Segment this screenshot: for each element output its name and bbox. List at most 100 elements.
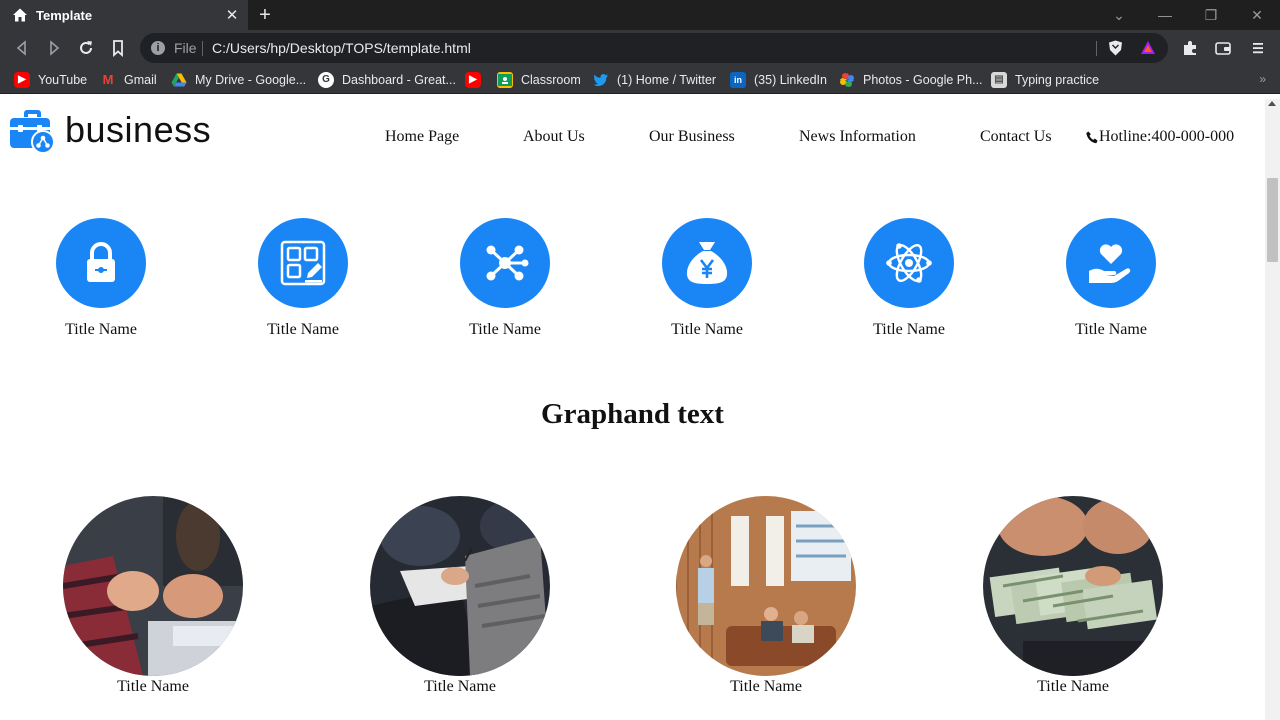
note-taking-photo xyxy=(370,496,550,676)
nav-about-us[interactable]: About Us xyxy=(523,128,585,146)
back-icon[interactable] xyxy=(12,38,32,58)
bookmark-classroom[interactable]: Classroom xyxy=(497,72,581,88)
new-tab-button[interactable]: + xyxy=(254,4,276,26)
browser-tab-active[interactable]: Template ✕ xyxy=(0,0,248,30)
tab-close-icon[interactable]: ✕ xyxy=(222,6,242,24)
scroll-up-arrow-icon[interactable] xyxy=(1268,101,1276,106)
logo-text[interactable]: business xyxy=(65,109,211,151)
bookmark-twitter[interactable]: (1) Home / Twitter xyxy=(593,72,716,88)
tab-search-icon[interactable]: ⌄ xyxy=(1096,0,1142,30)
nav-our-business[interactable]: Our Business xyxy=(649,128,735,146)
bookmark-label: Photos - Google Ph... xyxy=(863,73,983,87)
bookmark-gmail[interactable]: M Gmail xyxy=(100,72,157,88)
google-drive-icon xyxy=(171,73,187,87)
omnibox-divider-right xyxy=(1096,41,1097,56)
bookmarks-overflow-icon[interactable]: » xyxy=(1259,72,1266,86)
feature-circle xyxy=(56,218,146,308)
bookmark-youtube-2[interactable]: ▶ xyxy=(465,72,489,88)
feature-title: Title Name xyxy=(469,321,541,338)
gmail-icon: M xyxy=(102,72,114,87)
bookmark-label: Dashboard - Great... xyxy=(342,73,456,87)
google-photos-icon xyxy=(840,73,854,87)
forward-icon[interactable] xyxy=(44,38,64,58)
page-viewport: business Home Page About Us Our Business… xyxy=(0,99,1265,720)
nav-news-information[interactable]: News Information xyxy=(799,128,916,146)
youtube-icon: ▶ xyxy=(14,72,30,88)
close-window-button[interactable]: ✕ xyxy=(1234,0,1280,30)
feature-title: Title Name xyxy=(671,321,743,338)
brave-rewards-icon[interactable] xyxy=(1140,40,1156,56)
photo-card[interactable]: Title Name xyxy=(370,496,550,696)
bookmark-icon[interactable] xyxy=(108,38,128,58)
site-info-icon[interactable]: i xyxy=(151,41,165,55)
bookmarks-bar: ▶ YouTube M Gmail My Drive - Google... G… xyxy=(0,66,1280,94)
section-heading: Graphand text xyxy=(541,398,724,430)
omnibox-divider xyxy=(202,41,203,56)
hotline: Hotline:400-000-000 xyxy=(1086,128,1234,146)
extensions-icon[interactable] xyxy=(1181,39,1199,57)
feature-circle xyxy=(662,218,752,308)
brave-shield-icon[interactable] xyxy=(1108,40,1123,56)
feature-card[interactable]: Title Name xyxy=(1046,218,1176,339)
google-g-icon: G xyxy=(318,72,334,88)
hand-heart-icon xyxy=(1089,244,1131,283)
feature-card[interactable]: Title Name xyxy=(844,218,974,339)
photo-title: Title Name xyxy=(1037,678,1109,695)
feature-card[interactable]: Title Name xyxy=(238,218,368,339)
bookmark-photos[interactable]: Photos - Google Ph... xyxy=(839,72,983,88)
address-bar[interactable]: i File C:/Users/hp/Desktop/TOPS/template… xyxy=(140,33,1168,63)
photo-circle xyxy=(983,496,1163,676)
photo-title: Title Name xyxy=(117,678,189,695)
site-header: business Home Page About Us Our Business… xyxy=(0,99,1265,169)
bookmark-label: Typing practice xyxy=(1015,73,1100,87)
photo-card[interactable]: Title Name xyxy=(63,496,243,696)
meeting-hands-photo xyxy=(63,496,243,676)
network-nodes-icon xyxy=(486,245,529,281)
scrollbar-thumb[interactable] xyxy=(1267,178,1278,262)
url-text[interactable]: C:/Users/hp/Desktop/TOPS/template.html xyxy=(212,40,471,56)
bookmark-label: (35) LinkedIn xyxy=(754,73,827,87)
menu-icon[interactable] xyxy=(1249,39,1267,57)
feature-title: Title Name xyxy=(267,321,339,338)
nav-contact-us[interactable]: Contact Us xyxy=(980,128,1052,146)
feature-card[interactable]: Title Name xyxy=(440,218,570,339)
classroom-icon xyxy=(497,72,513,88)
bookmark-dashboard[interactable]: G Dashboard - Great... xyxy=(318,72,456,88)
briefcase-logo-icon[interactable] xyxy=(10,108,56,154)
bookmark-label: My Drive - Google... xyxy=(195,73,307,87)
photo-card[interactable]: Title Name xyxy=(983,496,1163,696)
bookmark-label: Classroom xyxy=(521,73,581,87)
photo-card[interactable]: Title Name xyxy=(676,496,856,696)
atom-icon xyxy=(886,243,932,283)
page-scrollbar[interactable] xyxy=(1265,99,1280,720)
linkedin-icon: in xyxy=(730,72,746,88)
feature-card[interactable]: Title Name xyxy=(36,218,166,339)
typing-icon: ▤ xyxy=(991,72,1007,88)
home-icon xyxy=(13,8,27,22)
reload-icon[interactable] xyxy=(76,38,96,58)
minimize-button[interactable]: — xyxy=(1142,0,1188,30)
bookmark-label: (1) Home / Twitter xyxy=(617,73,717,87)
bookmark-linkedin[interactable]: in (35) LinkedIn xyxy=(730,72,827,88)
photo-circle xyxy=(676,496,856,676)
scheme-label: File xyxy=(174,40,197,56)
browser-tab-bar: Template ✕ + ⌄ — ❐ ✕ xyxy=(0,0,1280,30)
feature-card[interactable]: Title Name xyxy=(642,218,772,339)
bookmark-typing-practice[interactable]: ▤ Typing practice xyxy=(991,72,1099,88)
bookmark-label: Gmail xyxy=(124,73,157,87)
bookmark-youtube[interactable]: ▶ YouTube xyxy=(14,72,87,88)
photo-title: Title Name xyxy=(424,678,496,695)
lock-icon xyxy=(87,242,115,282)
phone-icon xyxy=(1086,131,1098,143)
tab-title: Template xyxy=(36,7,93,23)
feature-circle xyxy=(1066,218,1156,308)
feature-circle xyxy=(258,218,348,308)
feature-circle xyxy=(460,218,550,308)
feature-circle xyxy=(864,218,954,308)
restore-button[interactable]: ❐ xyxy=(1188,0,1234,30)
twitter-icon xyxy=(593,74,608,87)
wallet-icon[interactable] xyxy=(1214,39,1232,57)
feature-title: Title Name xyxy=(873,321,945,338)
nav-home-page[interactable]: Home Page xyxy=(385,128,459,146)
bookmark-my-drive[interactable]: My Drive - Google... xyxy=(171,72,306,88)
